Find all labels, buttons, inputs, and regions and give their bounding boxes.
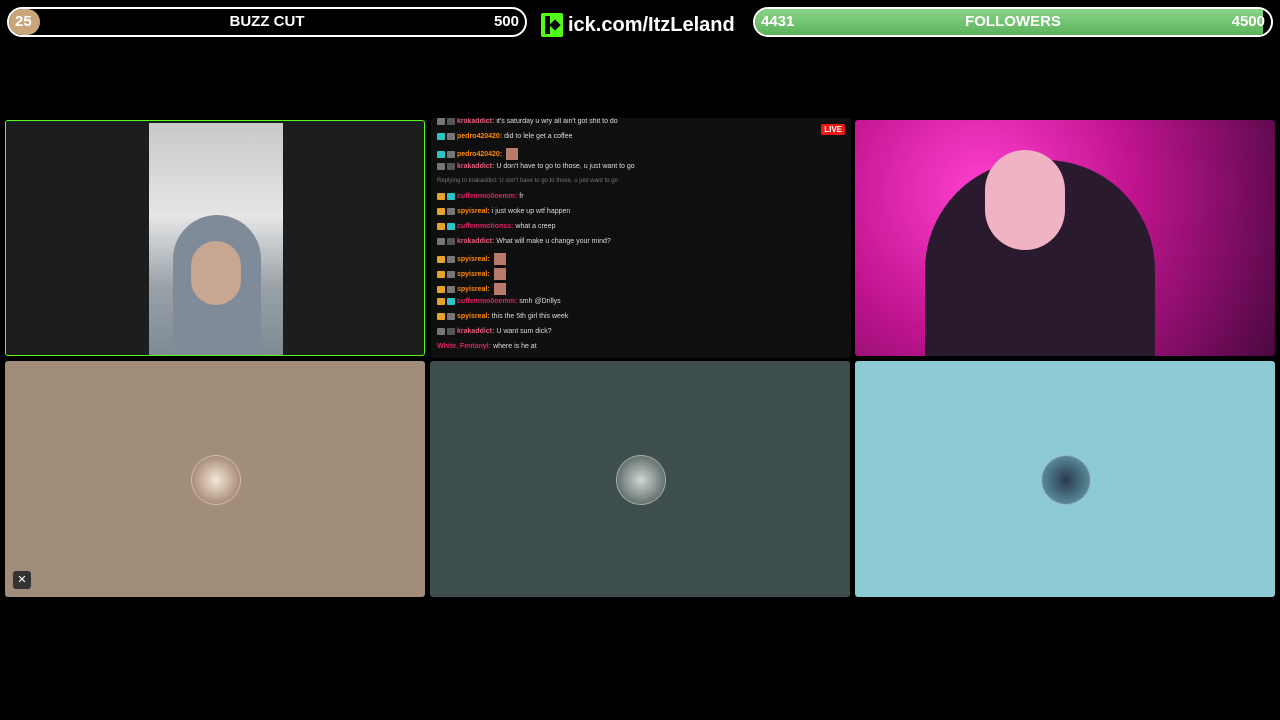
chat-text: fr	[519, 193, 524, 200]
chat-badge-icon	[437, 270, 445, 278]
participant-avatar	[191, 455, 241, 505]
channel-url: ick.com/ItzLeland	[568, 13, 735, 36]
participant-avatar	[1041, 455, 1091, 505]
chat-emote-icon	[493, 268, 506, 280]
chat-text: U want sum dick?	[496, 328, 552, 335]
buzz-cut-target: 500	[493, 13, 519, 30]
chat-username[interactable]: spyisreal:	[457, 313, 490, 320]
participant-avatar	[616, 455, 666, 505]
chat-message[interactable]: spyisreal: i just woke up wtf happen	[437, 208, 570, 215]
mic-off-icon[interactable]: ✕	[13, 571, 31, 589]
chat-badge-icon	[437, 133, 445, 140]
chat-badge-icon	[447, 133, 455, 140]
chat-badge-icon	[447, 285, 455, 293]
chat-message[interactable]: spyisreal:	[437, 268, 506, 280]
chat-message[interactable]: krakaddict: it's saturday u wry all ain't…	[437, 118, 618, 125]
chat-text: did to lele get a coffee	[504, 133, 573, 140]
followers-label: FOLLOWERS	[965, 13, 1061, 30]
chat-username[interactable]: spyisreal:	[457, 271, 490, 278]
video-tile-participant-3[interactable]	[855, 361, 1275, 597]
chat-badge-icon	[447, 298, 455, 305]
chat-badge-icon	[437, 238, 445, 245]
guest-head	[985, 150, 1065, 250]
chat-badge-icon	[447, 193, 455, 200]
chat-username[interactable]: pedro420420:	[457, 133, 502, 140]
chat-username[interactable]: spyisreal:	[457, 256, 490, 263]
chat-badge-icon	[437, 255, 445, 263]
chat-badge-icon	[447, 270, 455, 278]
person-face	[191, 241, 241, 305]
chat-emote-icon	[506, 148, 519, 160]
buzz-cut-label: BUZZ CUT	[229, 13, 305, 30]
chat-badge-icon	[447, 223, 455, 230]
chat-emote-icon	[493, 253, 506, 265]
kick-logo-icon	[541, 13, 563, 37]
chat-message[interactable]: krakaddict: What will make u change your …	[437, 238, 611, 245]
video-tile-participant-2[interactable]	[430, 361, 850, 597]
chat-text: U don't have to go to those, u just want…	[496, 163, 635, 170]
buzz-cut-goal-bar: 25 BUZZ CUT 500	[7, 7, 527, 37]
chat-badge-icon	[437, 285, 445, 293]
chat-username[interactable]: krakaddict:	[457, 328, 494, 335]
followers-target: 4500	[1231, 13, 1265, 30]
chat-badge-icon	[447, 238, 455, 245]
chat-text: What will make u change your mind?	[496, 238, 611, 245]
video-tile-guest-camera[interactable]	[855, 120, 1275, 356]
chat-message[interactable]: cuffemmo0oemm: smh @Drillys	[437, 298, 561, 305]
chat-text: Replying to krakaddict: U don't have to …	[437, 178, 618, 184]
chat-username[interactable]: White_Fentanyl:	[437, 343, 491, 350]
chat-badge-icon	[447, 328, 455, 335]
kick-brand: ick.com/ItzLeland	[541, 10, 735, 40]
chat-badge-icon	[437, 328, 445, 335]
chat-badge-icon	[437, 223, 445, 230]
chat-badge-icon	[447, 163, 455, 170]
chat-message[interactable]: cuffemmo0oemm: fr	[437, 193, 524, 200]
chat-badge-icon	[437, 193, 445, 200]
chat-reply-context[interactable]: Replying to krakaddict: U don't have to …	[437, 178, 618, 184]
chat-badge-icon	[447, 150, 455, 158]
chat-badge-icon	[447, 118, 455, 125]
chat-text: smh @Drillys	[519, 298, 561, 305]
chat-username[interactable]: krakaddict:	[457, 238, 494, 245]
chat-username[interactable]: pedro420420:	[457, 151, 502, 158]
video-tile-participant-1[interactable]: ✕	[5, 361, 425, 597]
chat-badge-icon	[447, 208, 455, 215]
chat-message[interactable]: krakaddict: U don't have to go to those, …	[437, 163, 635, 170]
chat-username[interactable]: krakaddict:	[457, 163, 494, 170]
chat-username[interactable]: cuffemmotionss:	[457, 223, 513, 230]
chat-message[interactable]: pedro420420:	[437, 148, 519, 160]
chat-text: what a creep	[515, 223, 556, 230]
chat-badge-icon	[437, 313, 445, 320]
chat-badge-icon	[447, 313, 455, 320]
chat-badge-icon	[437, 298, 445, 305]
chat-panel[interactable]: LIVE krakaddict: it's saturday u wry all …	[431, 118, 851, 358]
chat-username[interactable]: spyisreal:	[457, 208, 490, 215]
chat-emote-icon	[493, 283, 506, 295]
chat-username[interactable]: spyisreal:	[457, 286, 490, 293]
live-badge: LIVE	[821, 124, 845, 135]
streamer-camera-feed	[149, 123, 283, 355]
chat-message[interactable]: spyisreal:	[437, 283, 506, 295]
chat-text: i just woke up wtf happen	[491, 208, 571, 215]
chat-username[interactable]: krakaddict:	[457, 118, 494, 125]
chat-text: where is he at	[493, 343, 537, 350]
chat-message[interactable]: White_Fentanyl: where is he at	[437, 343, 537, 350]
chat-message[interactable]: spyisreal: this the 5th girl this week	[437, 313, 568, 320]
chat-text: it's saturday u wry all ain't got shit t…	[496, 118, 618, 125]
chat-message[interactable]: pedro420420: did to lele get a coffee	[437, 133, 573, 140]
chat-badge-icon	[437, 150, 445, 158]
video-tile-streamer[interactable]	[5, 120, 425, 356]
chat-message[interactable]: spyisreal:	[437, 253, 506, 265]
followers-goal-bar: 4431 FOLLOWERS 4500	[753, 7, 1273, 37]
chat-text: this the 5th girl this week	[491, 313, 569, 320]
chat-badge-icon	[437, 163, 445, 170]
chat-username[interactable]: cuffemmo0oemm:	[457, 193, 517, 200]
chat-message[interactable]: cuffemmotionss: what a creep	[437, 223, 556, 230]
chat-badge-icon	[447, 255, 455, 263]
chat-badge-icon	[437, 118, 445, 125]
chat-badge-icon	[437, 208, 445, 215]
chat-username[interactable]: cuffemmo0oemm:	[457, 298, 517, 305]
chat-message[interactable]: krakaddict: U want sum dick?	[437, 328, 552, 335]
